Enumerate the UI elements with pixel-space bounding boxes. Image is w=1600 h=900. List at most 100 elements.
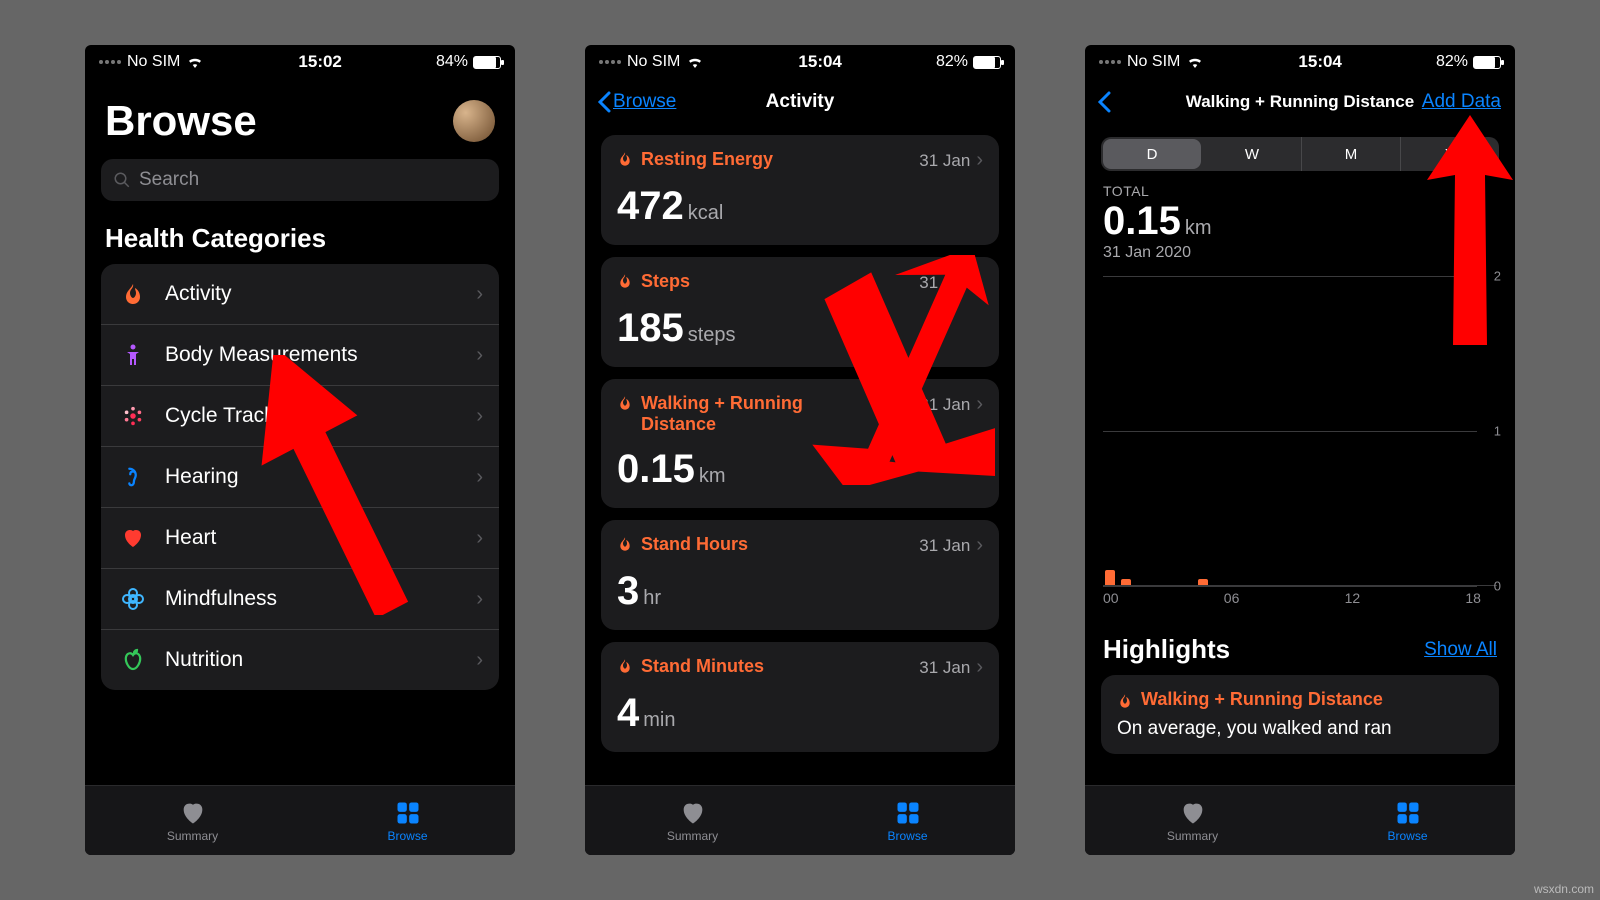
category-cycle[interactable]: Cycle Tracking › bbox=[101, 386, 499, 447]
card-unit: hr bbox=[643, 587, 661, 610]
total-value: 0.15 bbox=[1103, 199, 1181, 244]
chevron-right-icon: › bbox=[476, 405, 483, 428]
battery-percent: 82% bbox=[1436, 53, 1468, 71]
card-date: 31 Jan bbox=[919, 536, 970, 556]
segment-w[interactable]: W bbox=[1203, 137, 1302, 171]
card-date: 31 Jan bbox=[919, 273, 970, 293]
tab-browse[interactable]: Browse bbox=[800, 786, 1015, 855]
category-label: Body Measurements bbox=[165, 343, 476, 367]
tab-browse[interactable]: Browse bbox=[300, 786, 515, 855]
grid-icon bbox=[894, 799, 922, 827]
segment-y[interactable]: Y bbox=[1401, 137, 1499, 171]
highlights-title: Highlights bbox=[1103, 634, 1230, 665]
highlights-header: Highlights Show All bbox=[1085, 606, 1515, 675]
status-time: 15:02 bbox=[298, 52, 341, 72]
card-value: 0.15 bbox=[617, 447, 695, 492]
apple-icon bbox=[115, 648, 151, 672]
category-body[interactable]: Body Measurements › bbox=[101, 325, 499, 386]
tab-summary[interactable]: Summary bbox=[85, 786, 300, 855]
tab-label: Summary bbox=[167, 829, 218, 843]
tab-bar: Summary Browse bbox=[1085, 785, 1515, 855]
tab-browse[interactable]: Browse bbox=[1300, 786, 1515, 855]
x-tick: 12 bbox=[1345, 590, 1361, 606]
wifi-icon bbox=[1186, 56, 1204, 68]
highlight-card[interactable]: Walking + Running Distance On average, y… bbox=[1101, 675, 1499, 754]
total-block: TOTAL 0.15 km 31 Jan 2020 bbox=[1085, 171, 1515, 266]
card-unit: kcal bbox=[688, 202, 724, 225]
status-time: 15:04 bbox=[1298, 52, 1341, 72]
category-label: Hearing bbox=[165, 465, 476, 489]
back-button[interactable]: Browse bbox=[597, 91, 676, 113]
status-bar: No SIM 15:02 84% bbox=[85, 45, 515, 79]
back-button[interactable] bbox=[1097, 91, 1111, 113]
page-title-row: Browse bbox=[85, 79, 515, 155]
card-unit: km bbox=[699, 465, 726, 488]
heart-icon bbox=[115, 526, 151, 550]
status-right: 82% bbox=[936, 53, 1001, 71]
status-right: 82% bbox=[1436, 53, 1501, 71]
signal-icon bbox=[1099, 60, 1121, 64]
battery-icon bbox=[1473, 56, 1501, 69]
segment-m[interactable]: M bbox=[1302, 137, 1401, 171]
chevron-right-icon: › bbox=[476, 466, 483, 489]
chevron-right-icon: › bbox=[476, 649, 483, 672]
profile-avatar[interactable] bbox=[453, 100, 495, 142]
show-all-link[interactable]: Show All bbox=[1424, 639, 1497, 661]
chevron-right-icon: › bbox=[976, 393, 983, 416]
tab-summary[interactable]: Summary bbox=[1085, 786, 1300, 855]
categories-list: Activity › Body Measurements › Cycle Tra… bbox=[101, 264, 499, 690]
chevron-right-icon: › bbox=[476, 588, 483, 611]
category-nutrition[interactable]: Nutrition › bbox=[101, 630, 499, 690]
tab-label: Browse bbox=[1387, 829, 1427, 843]
tab-label: Browse bbox=[387, 829, 427, 843]
add-data-button[interactable]: Add Data bbox=[1422, 91, 1501, 113]
activity-card[interactable]: Steps 31 Jan › 185 steps bbox=[601, 257, 999, 367]
category-hearing[interactable]: Hearing › bbox=[101, 447, 499, 508]
nav-title: Walking + Running Distance bbox=[1186, 92, 1414, 112]
wifi-icon bbox=[186, 56, 204, 68]
tab-label: Summary bbox=[667, 829, 718, 843]
search-placeholder: Search bbox=[139, 169, 199, 191]
total-unit: km bbox=[1185, 217, 1212, 240]
carrier-label: No SIM bbox=[127, 53, 180, 71]
card-value: 185 bbox=[617, 306, 684, 351]
activity-card[interactable]: Stand Hours 31 Jan › 3 hr bbox=[601, 520, 999, 630]
category-heart[interactable]: Heart › bbox=[101, 508, 499, 569]
chart-bar bbox=[1105, 570, 1115, 586]
search-input[interactable]: Search bbox=[101, 159, 499, 201]
chevron-left-icon bbox=[1097, 91, 1111, 113]
phone-browse: No SIM 15:02 84% Browse Search Health Ca… bbox=[85, 45, 515, 855]
flame-icon bbox=[1117, 693, 1133, 709]
total-date: 31 Jan 2020 bbox=[1103, 244, 1497, 262]
tab-bar: Summary Browse bbox=[585, 785, 1015, 855]
highlight-body: On average, you walked and ran bbox=[1117, 718, 1483, 740]
tab-summary[interactable]: Summary bbox=[585, 786, 800, 855]
chart: 012 bbox=[1103, 276, 1497, 586]
activity-card[interactable]: Stand Minutes 31 Jan › 4 min bbox=[601, 642, 999, 752]
category-label: Cycle Tracking bbox=[165, 404, 476, 428]
category-activity[interactable]: Activity › bbox=[101, 264, 499, 325]
phone-detail: No SIM 15:04 82% Walking + Running Dista… bbox=[1085, 45, 1515, 855]
highlight-card-title-row: Walking + Running Distance bbox=[1117, 689, 1483, 710]
card-unit: steps bbox=[688, 324, 736, 347]
nav-bar: Browse Activity bbox=[585, 79, 1015, 125]
segment-d[interactable]: D bbox=[1103, 139, 1201, 169]
time-segment: D W M Y bbox=[1101, 137, 1499, 171]
category-label: Heart bbox=[165, 526, 476, 550]
category-mindfulness[interactable]: Mindfulness › bbox=[101, 569, 499, 630]
card-value: 472 bbox=[617, 184, 684, 229]
body-icon bbox=[115, 343, 151, 367]
watermark: wsxdn.com bbox=[1534, 882, 1594, 896]
x-tick: 06 bbox=[1224, 590, 1240, 606]
category-label: Nutrition bbox=[165, 648, 476, 672]
tab-label: Summary bbox=[1167, 829, 1218, 843]
activity-card[interactable]: Resting Energy 31 Jan › 472 kcal bbox=[601, 135, 999, 245]
activity-card[interactable]: Walking + Running Distance 31 Jan › 0.15… bbox=[601, 379, 999, 508]
category-label: Activity bbox=[165, 282, 476, 306]
back-label: Browse bbox=[613, 91, 676, 113]
phone-activity: No SIM 15:04 82% Browse Activity Resting… bbox=[585, 45, 1015, 855]
battery-percent: 84% bbox=[436, 53, 468, 71]
status-left: No SIM bbox=[599, 53, 704, 71]
battery-percent: 82% bbox=[936, 53, 968, 71]
chevron-right-icon: › bbox=[476, 283, 483, 306]
